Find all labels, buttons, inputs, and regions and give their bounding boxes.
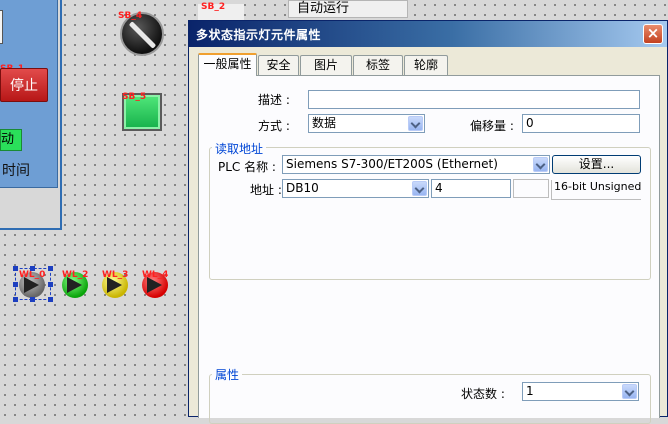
canvas-widget-box[interactable] — [0, 10, 3, 44]
mode-select[interactable]: 数据 — [308, 114, 425, 133]
resize-handle[interactable] — [30, 266, 35, 271]
resize-handle[interactable] — [48, 266, 53, 271]
state-count-select[interactable]: 1 — [522, 382, 639, 401]
state-count-label: 状态数 : — [461, 387, 505, 401]
light-tag-4: WL_4 — [142, 270, 169, 280]
attributes-title: 属性 — [212, 366, 243, 383]
tab-picture[interactable]: 图片 — [300, 55, 352, 75]
address-label: 地址 : — [250, 183, 282, 197]
light-tag-2: WL_2 — [62, 270, 89, 280]
offset-label: 偏移量 : — [470, 119, 514, 133]
dialog-title: 多状态指示灯元件属性 — [196, 28, 322, 42]
dialog-titlebar[interactable]: 多状态指示灯元件属性 × — [189, 21, 667, 47]
sb2-tag: SB_2 — [201, 2, 226, 12]
stop-label: 停止 — [10, 78, 38, 94]
resize-handle[interactable] — [48, 282, 53, 287]
resize-handle[interactable] — [48, 297, 53, 302]
tab-general[interactable]: 一般属性 — [198, 53, 257, 76]
address-input[interactable]: 4 — [431, 179, 511, 198]
tab-panel-general: 描述 : 方式 : 数据 偏移量 : 0 读取地址 PLC 名称 : Sieme… — [198, 75, 660, 424]
chevron-down-icon[interactable] — [408, 116, 423, 131]
properties-dialog: 多状态指示灯元件属性 × 一般属性 安全 图片 标签 轮廓 描述 : 方式 : … — [188, 20, 668, 424]
square-tag: SB_5 — [122, 92, 147, 102]
description-label: 描述 : — [258, 93, 290, 107]
plc-name-value: Siemens S7-300/ET200S (Ethernet) — [286, 157, 498, 171]
tab-security[interactable]: 安全 — [258, 55, 299, 75]
mode-value: 数据 — [312, 116, 337, 130]
close-button[interactable]: × — [643, 24, 663, 44]
chevron-down-icon[interactable] — [622, 384, 637, 399]
read-address-title: 读取地址 — [212, 140, 267, 157]
stop-button[interactable]: 停止 — [0, 68, 48, 102]
chevron-down-icon[interactable] — [412, 181, 427, 196]
selection-frame[interactable] — [15, 268, 51, 300]
chevron-down-icon[interactable] — [533, 157, 548, 172]
address-type-select[interactable]: DB10 — [282, 179, 429, 198]
plc-name-label: PLC 名称 : — [218, 160, 276, 174]
resize-handle[interactable] — [13, 297, 18, 302]
knob-tag: SB_4 — [118, 11, 143, 21]
data-format-label: 16-bit Unsigned — [551, 180, 641, 200]
mode-label: 方式 : — [258, 119, 290, 133]
offset-input[interactable]: 0 — [522, 114, 640, 133]
resize-handle[interactable] — [30, 297, 35, 302]
description-input[interactable] — [308, 90, 640, 109]
address-extra-box — [513, 179, 549, 198]
status-label-green[interactable]: 动 — [0, 129, 22, 151]
address-type-value: DB10 — [286, 181, 319, 195]
settings-button[interactable]: 设置... — [552, 155, 641, 174]
state-count-value: 1 — [526, 384, 534, 398]
time-label: 时间 — [2, 163, 30, 179]
tab-outline[interactable]: 轮廓 — [404, 55, 448, 75]
auto-run-label[interactable]: 自动运行 — [288, 0, 408, 18]
resize-handle[interactable] — [13, 282, 18, 287]
tab-label[interactable]: 标签 — [353, 55, 403, 75]
resize-handle[interactable] — [13, 266, 18, 271]
light-tag-3: WL_3 — [102, 270, 129, 280]
plc-name-select[interactable]: Siemens S7-300/ET200S (Ethernet) — [282, 155, 550, 174]
